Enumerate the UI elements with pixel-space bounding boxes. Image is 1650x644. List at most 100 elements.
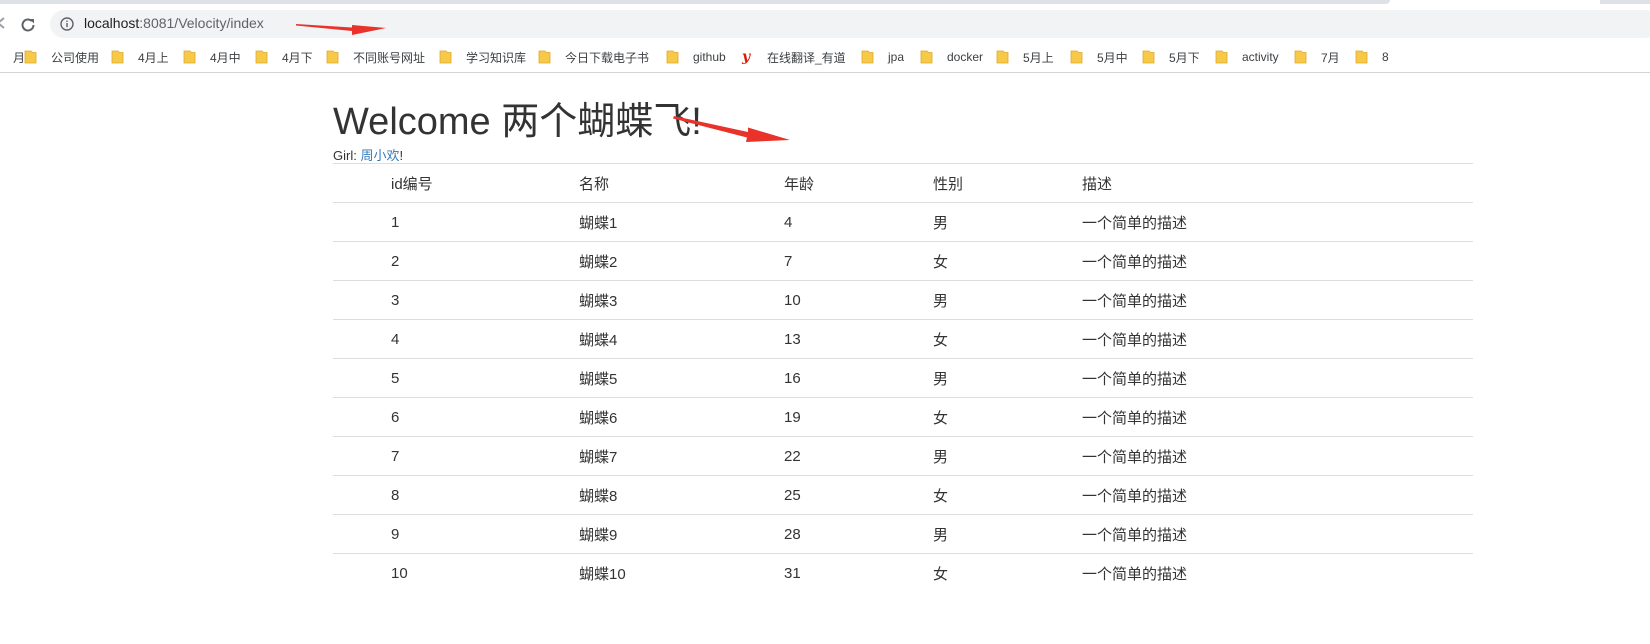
cell-description: 一个简单的描述 (1082, 397, 1473, 437)
reload-icon[interactable] (19, 16, 37, 34)
cell-name: 蝴蝶9 (579, 514, 784, 554)
bookmark-item[interactable]: jpa (861, 47, 904, 67)
girl-suffix: ! (399, 148, 404, 163)
row-spacer (333, 553, 391, 592)
bookmark-label: 在线翻译_有道 (767, 50, 846, 65)
back-arrow-icon[interactable] (0, 17, 6, 29)
folder-icon (24, 50, 37, 64)
cell-gender: 女 (933, 319, 1082, 359)
folder-icon (861, 50, 874, 64)
header-id: id编号 (391, 163, 579, 203)
bookmark-item[interactable]: 5月中 (1070, 47, 1128, 67)
cell-name: 蝴蝶1 (579, 202, 784, 242)
bookmark-label: 4月上 (138, 50, 169, 65)
row-spacer (333, 475, 391, 515)
table-row: 3 蝴蝶3 10 男一个简单的描述 (333, 280, 1473, 320)
folder-icon (1070, 50, 1083, 64)
cell-gender: 女 (933, 397, 1082, 437)
cell-id: 8 (391, 475, 579, 515)
row-spacer (333, 397, 391, 437)
cell-description: 一个简单的描述 (1082, 280, 1473, 320)
cell-gender: 女 (933, 475, 1082, 515)
header-gender: 性别 (933, 163, 1082, 203)
cell-gender: 男 (933, 514, 1082, 554)
bookmark-item[interactable]: 5月上 (996, 47, 1054, 67)
bookmark-item[interactable]: 8 (1355, 47, 1389, 67)
bookmark-item[interactable]: 不同账号网址 (326, 47, 425, 67)
girl-name-link[interactable]: 周小欢 (360, 148, 399, 163)
cell-name: 蝴蝶3 (579, 280, 784, 320)
site-info-icon[interactable] (60, 17, 74, 31)
bookmark-item[interactable]: 5月下 (1142, 47, 1200, 67)
cell-age: 16 (784, 358, 933, 398)
cell-gender: 女 (933, 241, 1082, 281)
cell-id: 7 (391, 436, 579, 476)
bookmark-label: 4月下 (282, 50, 313, 65)
table-row: 1 蝴蝶1 4 男一个简单的描述 (333, 202, 1473, 242)
table-row: 2 蝴蝶2 7 女一个简单的描述 (333, 241, 1473, 281)
girl-line: Girl: 周小欢! (333, 145, 403, 164)
url-path: :8081/Velocity/index (139, 15, 264, 31)
cell-gender: 男 (933, 280, 1082, 320)
bookmark-label: jpa (888, 50, 905, 64)
cell-description: 一个简单的描述 (1082, 241, 1473, 281)
folder-icon (1215, 50, 1228, 64)
bookmark-label: activity (1242, 50, 1279, 64)
folder-icon (255, 50, 268, 64)
cell-description: 一个简单的描述 (1082, 514, 1473, 554)
header-description: 描述 (1082, 163, 1473, 203)
bookmark-label: 5月下 (1169, 50, 1200, 65)
bookmark-item[interactable]: 4月上 (111, 47, 169, 67)
table-row: 8 蝴蝶8 25 女一个简单的描述 (333, 475, 1473, 515)
url-host: localhost (84, 15, 140, 31)
cell-age: 10 (784, 280, 933, 320)
bookmark-item[interactable]: 公司使用 (24, 47, 99, 67)
bookmark-item[interactable]: activity (1215, 47, 1279, 67)
folder-icon (183, 50, 196, 64)
bookmark-label: 8 (1382, 50, 1389, 64)
cell-age: 4 (784, 202, 933, 242)
bookmark-item[interactable]: 月 (0, 47, 25, 67)
folder-icon (111, 50, 124, 64)
browser-toolbar: localhost:8081/Velocity/index (0, 4, 1650, 42)
folder-icon (1355, 50, 1368, 64)
bookmark-label: github (693, 50, 726, 64)
bookmark-label: docker (947, 50, 984, 64)
cell-description: 一个简单的描述 (1082, 358, 1473, 398)
bookmark-label: 今日下载电子书 (565, 50, 650, 65)
bookmark-item[interactable]: docker (920, 47, 983, 67)
cell-name: 蝴蝶4 (579, 319, 784, 359)
bookmark-label: 学习知识库 (466, 50, 527, 65)
url-text[interactable]: localhost:8081/Velocity/index (84, 15, 264, 31)
cell-age: 28 (784, 514, 933, 554)
cell-id: 6 (391, 397, 579, 437)
folder-icon (996, 50, 1009, 64)
butterfly-table: id编号 名称 年龄 性别 描述 1 蝴蝶1 4 男一个简单的描述 2 蝴蝶2 7 女一个简单… (333, 163, 1473, 592)
cell-id: 3 (391, 280, 579, 320)
cell-description: 一个简单的描述 (1082, 475, 1473, 515)
table-header-row: id编号 名称 年龄 性别 描述 (333, 163, 1473, 203)
row-spacer (333, 436, 391, 476)
address-bar[interactable]: localhost:8081/Velocity/index (50, 10, 1650, 38)
table-row: 7 蝴蝶7 22 男一个简单的描述 (333, 436, 1473, 476)
bookmark-item[interactable]: 7月 (1294, 47, 1340, 67)
row-spacer (333, 358, 391, 398)
header-age: 年龄 (784, 163, 933, 203)
cell-name: 蝴蝶2 (579, 241, 784, 281)
table-row: 9 蝴蝶9 28 男一个简单的描述 (333, 514, 1473, 554)
bookmark-item[interactable]: 4月下 (255, 47, 313, 67)
folder-icon (920, 50, 933, 64)
cell-age: 22 (784, 436, 933, 476)
cell-description: 一个简单的描述 (1082, 319, 1473, 359)
bookmark-item[interactable]: 学习知识库 (439, 47, 526, 67)
bookmark-label: 5月上 (1023, 50, 1054, 65)
cell-id: 1 (391, 202, 579, 242)
folder-icon (326, 50, 339, 64)
bookmark-item[interactable]: 4月中 (183, 47, 241, 67)
bookmarks-bar: 月 公司使用 4月上 4月中 4月下 不同账号网址 学习知识库 今日下载电子书 github y 在… (0, 42, 1650, 73)
row-spacer (333, 241, 391, 281)
bookmark-item[interactable]: github (666, 47, 726, 67)
bookmark-item[interactable]: 今日下载电子书 (538, 47, 649, 67)
bookmark-item[interactable]: y 在线翻译_有道 (742, 47, 846, 67)
cell-id: 10 (391, 553, 579, 592)
